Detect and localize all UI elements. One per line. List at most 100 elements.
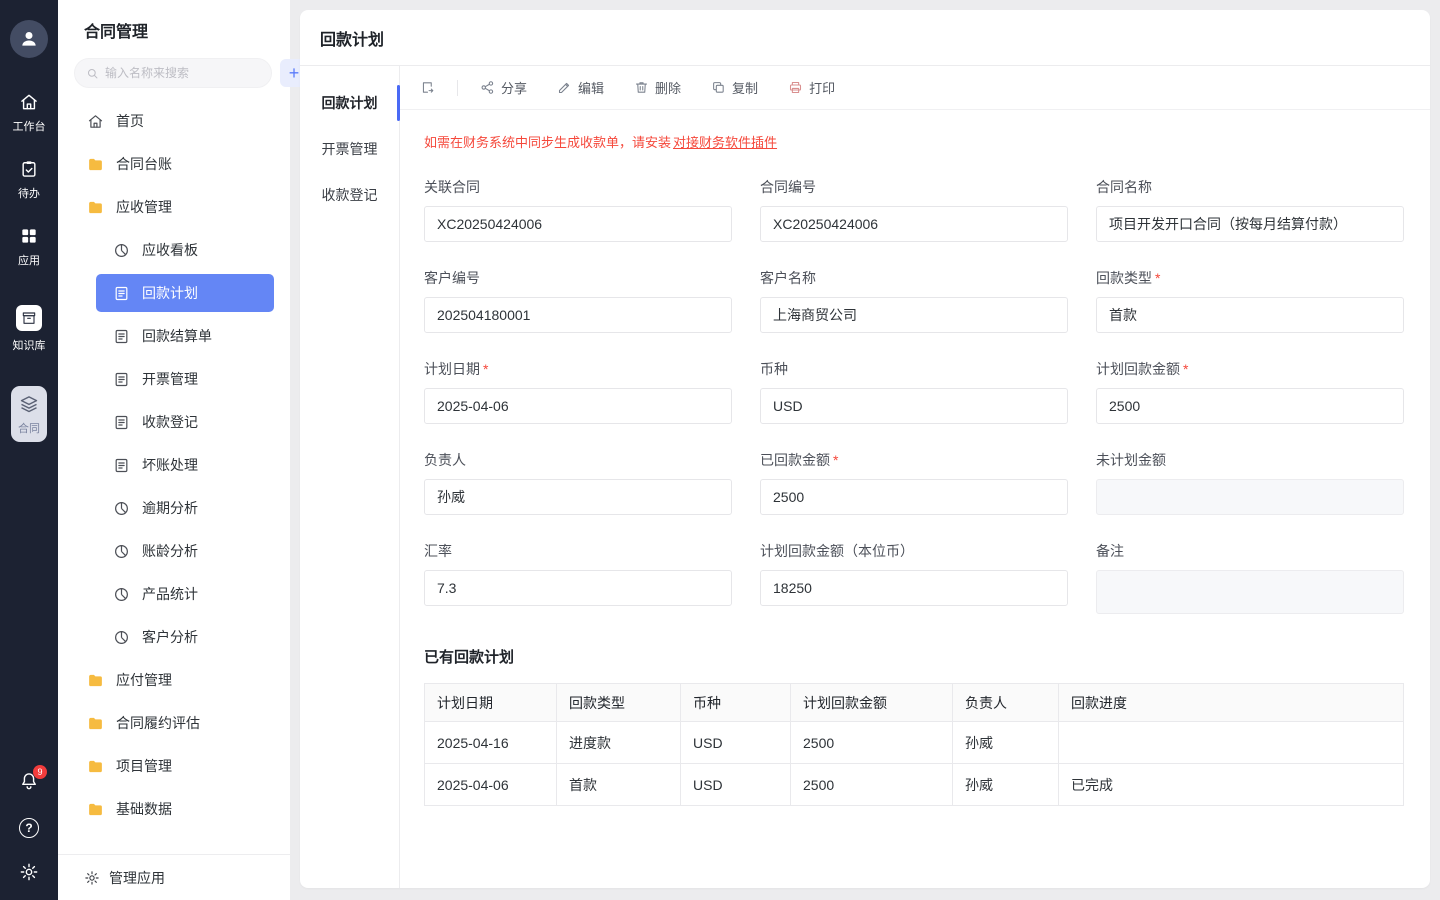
settings-button[interactable] — [19, 862, 39, 882]
plan-date-input[interactable]: 2025-04-06 — [424, 388, 732, 424]
rail-item-label: 知识库 — [13, 337, 46, 353]
unplanned-amount-input[interactable] — [1096, 479, 1404, 515]
col-progress: 回款进度 — [1059, 684, 1404, 722]
sidebar-item-receivable-mgmt[interactable]: 应收管理 — [74, 188, 274, 226]
received-amount-input[interactable]: 2500 — [760, 479, 1068, 515]
tab-label: 开票管理 — [322, 139, 378, 159]
cell-plan-date: 2025-04-06 — [425, 764, 557, 806]
detail-scroll-area[interactable]: 如需在财务系统中同步生成收款单，请安装对接财务软件插件 关联合同 XC20250… — [400, 110, 1430, 888]
field-label: 计划日期 — [424, 361, 480, 377]
avatar[interactable] — [10, 20, 48, 58]
help-label: ? — [25, 821, 32, 835]
rail-item-apps[interactable]: 应用 — [18, 226, 40, 268]
print-label: 打印 — [809, 78, 835, 97]
edit-button[interactable]: 编辑 — [557, 78, 604, 97]
field-label: 汇率 — [424, 543, 452, 559]
delete-button[interactable]: 删除 — [634, 78, 681, 97]
sidebar-item-overdue-analysis[interactable]: 逾期分析 — [96, 489, 274, 527]
folder-icon — [87, 672, 104, 689]
owner-input[interactable]: 孙威 — [424, 479, 732, 515]
doc-export-button[interactable] — [420, 80, 435, 95]
required-mark: * — [483, 361, 488, 377]
sidebar-item-payable-mgmt[interactable]: 应付管理 — [74, 661, 274, 699]
sidebar-search-row: + — [58, 58, 290, 88]
sidebar-item-home[interactable]: 首页 — [74, 102, 274, 140]
sidebar-item-payment-plan[interactable]: 回款计划 — [96, 274, 274, 312]
sidebar-item-receipt-register[interactable]: 收款登记 — [96, 403, 274, 441]
field-label: 计划回款金额（本位币） — [760, 543, 914, 559]
card-body: 回款计划 开票管理 收款登记 — [300, 66, 1430, 888]
sidebar-item-receivable-board[interactable]: 应收看板 — [96, 231, 274, 269]
tab-label: 收款登记 — [322, 185, 378, 205]
folder-icon — [87, 758, 104, 775]
field-label: 币种 — [760, 361, 788, 377]
pie-chart-icon — [113, 242, 130, 259]
home-icon — [87, 113, 104, 130]
sidebar-item-customer-analysis[interactable]: 客户分析 — [96, 618, 274, 656]
tab-payment-plan[interactable]: 回款计划 — [300, 80, 399, 126]
search-box[interactable] — [74, 58, 272, 88]
search-input[interactable] — [105, 66, 260, 80]
tab-invoice-mgmt[interactable]: 开票管理 — [300, 126, 399, 172]
sidebar-item-contract-evaluation[interactable]: 合同履约评估 — [74, 704, 274, 742]
tab-receipt-register[interactable]: 收款登记 — [300, 172, 399, 218]
table-row[interactable]: 2025-04-06 首款 USD 2500 孙威 已完成 — [425, 764, 1404, 806]
sidebar-item-product-stats[interactable]: 产品统计 — [96, 575, 274, 613]
sidebar-item-invoice-mgmt[interactable]: 开票管理 — [96, 360, 274, 398]
field-label: 客户编号 — [424, 270, 480, 286]
col-currency: 币种 — [681, 684, 791, 722]
manage-app-button[interactable]: 管理应用 — [58, 854, 290, 900]
currency-input[interactable]: USD — [760, 388, 1068, 424]
exchange-rate-input[interactable]: 7.3 — [424, 570, 732, 606]
form-icon — [113, 457, 130, 474]
folder-icon — [87, 715, 104, 732]
copy-icon — [711, 80, 726, 95]
notifications-button[interactable]: 9 — [19, 771, 39, 794]
customer-name-input[interactable]: 上海商贸公司 — [760, 297, 1068, 333]
sidebar-item-base-data[interactable]: 基础数据 — [74, 790, 274, 828]
contract-no-input[interactable]: XC20250424006 — [760, 206, 1068, 242]
page-title: 回款计划 — [300, 10, 1430, 66]
field-unplanned-amount: 未计划金额 — [1096, 450, 1404, 515]
field-customer-no: 客户编号 202504180001 — [424, 268, 732, 333]
menu-item-label: 回款结算单 — [142, 326, 212, 346]
existing-plans-title: 已有回款计划 — [424, 646, 1406, 667]
field-label: 计划回款金额 — [1096, 361, 1180, 377]
rail-item-knowledge-base[interactable]: 知识库 — [13, 305, 46, 353]
col-payment-type: 回款类型 — [557, 684, 681, 722]
contract-name-input[interactable]: 项目开发开口合同（按每月结算付款） — [1096, 206, 1404, 242]
table-row[interactable]: 2025-04-16 进度款 USD 2500 孙威 — [425, 722, 1404, 764]
main-content: 回款计划 回款计划 开票管理 收款登记 — [290, 0, 1440, 900]
help-button[interactable]: ? — [19, 818, 39, 838]
rail-item-todo[interactable]: 待办 — [18, 159, 40, 201]
copy-button[interactable]: 复制 — [711, 78, 758, 97]
col-owner: 负责人 — [953, 684, 1059, 722]
customer-no-input[interactable]: 202504180001 — [424, 297, 732, 333]
pie-chart-icon — [113, 500, 130, 517]
plan-amount-input[interactable]: 2500 — [1096, 388, 1404, 424]
form-icon — [113, 371, 130, 388]
menu-item-label: 回款计划 — [142, 283, 198, 303]
plan-amount-base-input[interactable]: 18250 — [760, 570, 1068, 606]
share-button[interactable]: 分享 — [480, 78, 527, 97]
finance-plugin-link[interactable]: 对接财务软件插件 — [673, 135, 777, 150]
related-contract-input[interactable]: XC20250424006 — [424, 206, 732, 242]
sidebar-menu: 首页 合同台账 应收管理 应收看板 回款计划 回款结算单 — [58, 102, 290, 854]
payment-type-input[interactable]: 首款 — [1096, 297, 1404, 333]
table-header-row: 计划日期 回款类型 币种 计划回款金额 负责人 回款进度 — [425, 684, 1404, 722]
sidebar-item-bad-debt[interactable]: 坏账处理 — [96, 446, 274, 484]
cell-progress: 已完成 — [1059, 764, 1404, 806]
rail-item-contract[interactable]: 合同 — [11, 386, 47, 442]
field-label: 合同编号 — [760, 179, 816, 195]
cell-progress — [1059, 722, 1404, 764]
sidebar-item-project-mgmt[interactable]: 项目管理 — [74, 747, 274, 785]
app-root: 工作台 待办 应用 知识库 合同 9 ? — [0, 0, 1440, 900]
print-button[interactable]: 打印 — [788, 78, 835, 97]
rail-item-workbench[interactable]: 工作台 — [13, 92, 46, 134]
sidebar-item-contract-ledger[interactable]: 合同台账 — [74, 145, 274, 183]
rail-items: 工作台 待办 应用 知识库 合同 — [0, 92, 58, 442]
rail-item-label: 工作台 — [13, 118, 46, 134]
sidebar-item-payment-settlement[interactable]: 回款结算单 — [96, 317, 274, 355]
remark-input[interactable] — [1096, 570, 1404, 614]
sidebar-item-aging-analysis[interactable]: 账龄分析 — [96, 532, 274, 570]
